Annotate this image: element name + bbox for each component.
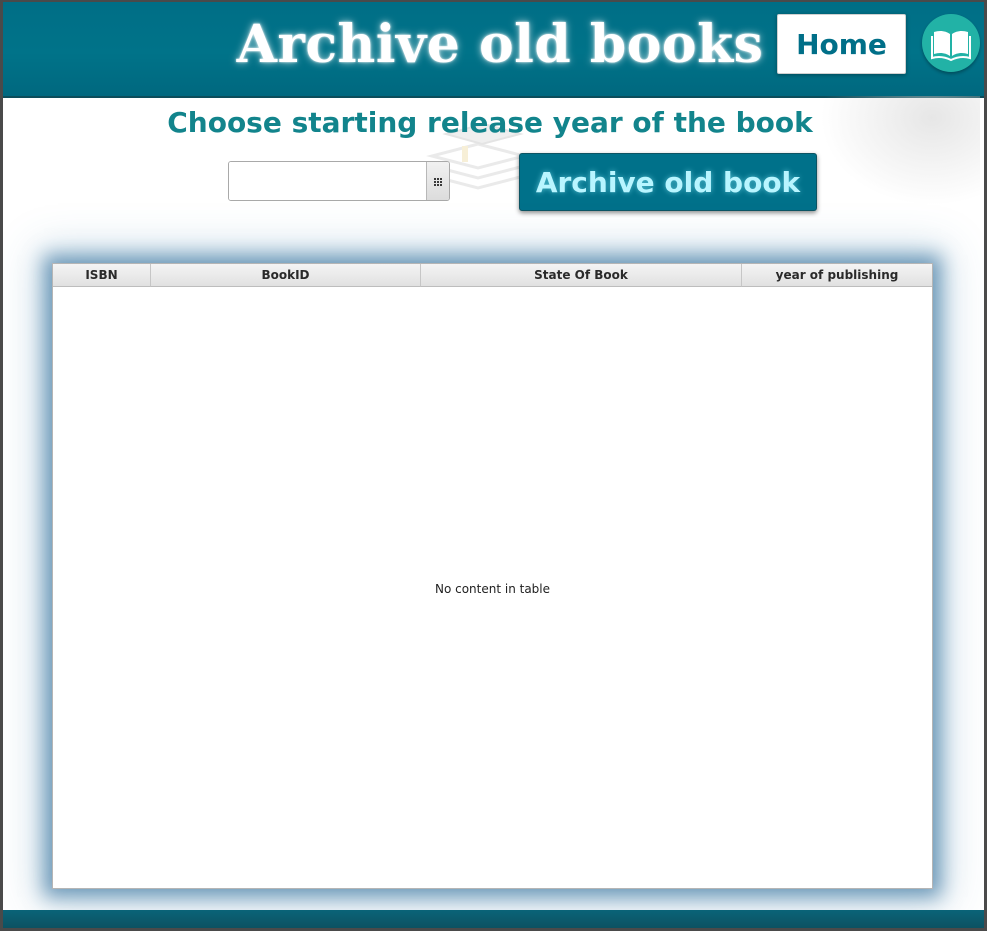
column-header-bookid[interactable]: BookID bbox=[151, 264, 421, 287]
table-header: ISBN BookID State Of Book year of publis… bbox=[53, 264, 932, 287]
column-header-state-of-book[interactable]: State Of Book bbox=[421, 264, 742, 287]
calendar-icon bbox=[434, 178, 443, 186]
calendar-button[interactable] bbox=[426, 162, 449, 200]
app-header: Archive old books Home bbox=[0, 0, 987, 98]
column-header-year-of-publishing[interactable]: year of publishing bbox=[742, 264, 932, 287]
release-year-input[interactable] bbox=[229, 162, 425, 200]
year-prompt-label: Choose starting release year of the book bbox=[167, 106, 813, 139]
app-title: Archive old books bbox=[236, 14, 764, 75]
column-header-isbn[interactable]: ISBN bbox=[53, 264, 151, 287]
footer-bar bbox=[0, 910, 987, 931]
home-button[interactable]: Home bbox=[777, 14, 906, 74]
table-empty-placeholder: No content in table bbox=[434, 582, 551, 596]
archive-old-book-button[interactable]: Archive old book bbox=[519, 153, 817, 211]
books-table[interactable]: ISBN BookID State Of Book year of publis… bbox=[52, 263, 933, 889]
open-book-icon bbox=[922, 14, 980, 72]
release-year-date-picker[interactable] bbox=[228, 161, 450, 201]
